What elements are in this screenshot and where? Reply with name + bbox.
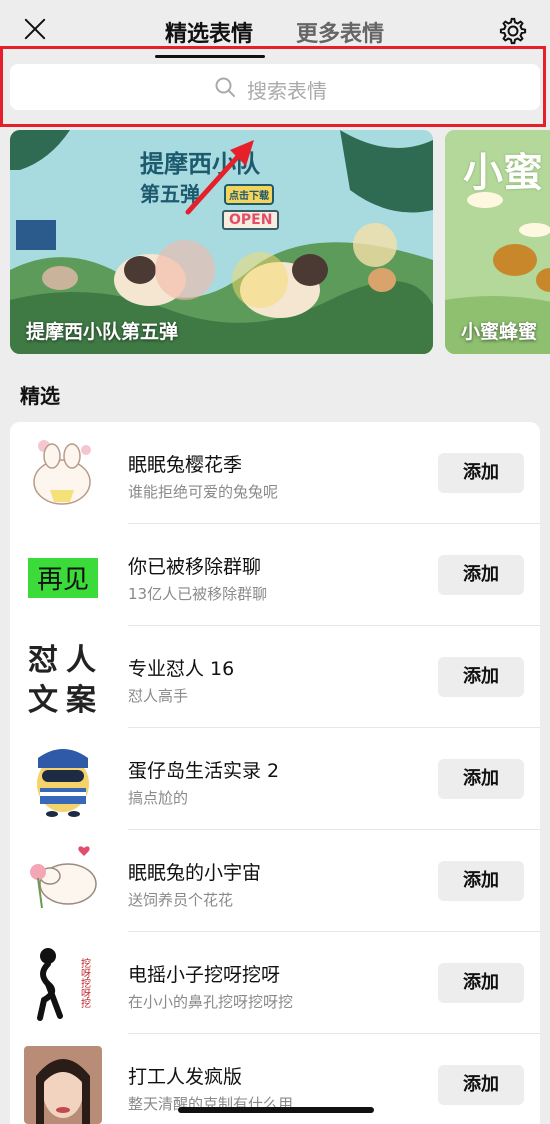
search-highlight-box: [0, 46, 546, 127]
list-item[interactable]: 怼 人 文 案 专业怼人 16 怼人高手 添加: [10, 626, 540, 728]
sticker-thumbnail-sleepy-bunny-sakura: [33, 440, 91, 505]
sticker-name: 专业怼人 16: [128, 658, 235, 680]
add-button[interactable]: 添加: [438, 759, 524, 799]
list-item[interactable]: 挖呀挖呀挖 电摇小子挖呀挖呀 在小小的鼻孔挖呀挖呀挖 添加: [10, 932, 540, 1034]
sticker-thumbnail-dancing-kid: 挖呀挖呀挖: [37, 948, 91, 1021]
close-icon[interactable]: [22, 16, 48, 42]
sticker-thumbnail-pro-roaster: 怼 人 文 案: [28, 643, 97, 716]
top-bar: 精选表情 更多表情: [0, 0, 550, 58]
banner-little-bee[interactable]: 小蜜 小蜜蜂蜜: [445, 130, 550, 354]
add-button[interactable]: 添加: [438, 555, 524, 595]
home-indicator: [178, 1107, 374, 1113]
sticker-thumbnail-eggy-island: [37, 749, 89, 817]
sticker-name: 眠眠兔樱花季: [128, 454, 243, 476]
sticker-description: 送饲养员个花花: [128, 891, 234, 909]
banner-caption: 提摩西小队第五弹: [26, 321, 179, 343]
svg-text:文: 文: [28, 683, 58, 716]
sticker-list: 眠眠兔樱花季 谁能拒绝可爱的兔兔呢 添加 再见 你已被移除群聊 13亿人已被移除…: [10, 422, 540, 1124]
section-title: 精选: [20, 384, 60, 408]
add-button[interactable]: 添加: [438, 453, 524, 493]
red-arrow-annotation: [185, 140, 254, 215]
sticker-thumbnail-worker-crazy: [24, 1046, 102, 1124]
sticker-name: 眠眠兔的小宇宙: [128, 862, 262, 884]
tab-more-stickers[interactable]: 更多表情: [296, 16, 384, 48]
sticker-name: 你已被移除群聊: [128, 556, 262, 578]
banner-caption: 小蜜蜂蜜: [461, 321, 538, 343]
tab-featured-stickers[interactable]: 精选表情: [165, 16, 253, 48]
list-item[interactable]: 蛋仔岛生活实录 2 搞点尬的 添加: [10, 728, 540, 830]
sticker-name: 蛋仔岛生活实录 2: [128, 760, 280, 782]
sticker-description: 在小小的鼻孔挖呀挖呀挖: [128, 993, 294, 1011]
svg-text:人: 人: [66, 643, 96, 678]
svg-text:案: 案: [66, 683, 97, 716]
sticker-description: 谁能拒绝可爱的兔兔呢: [128, 483, 279, 501]
svg-text:挖呀挖呀挖: 挖呀挖呀挖: [79, 957, 91, 1008]
sticker-thumbnail-sleepy-bunny-universe: [30, 846, 97, 909]
add-button[interactable]: 添加: [438, 657, 524, 697]
sticker-name: 电摇小子挖呀挖呀: [128, 964, 281, 986]
gear-icon[interactable]: [498, 16, 528, 46]
sticker-description: 13亿人已被移除群聊: [128, 585, 268, 603]
list-item[interactable]: 眠眠兔樱花季 谁能拒绝可爱的兔兔呢 添加: [10, 422, 540, 524]
add-button[interactable]: 添加: [438, 963, 524, 1003]
list-item[interactable]: 眠眠兔的小宇宙 送饲养员个花花 添加: [10, 830, 540, 932]
sticker-description: 搞点尬的: [128, 789, 189, 807]
add-button[interactable]: 添加: [438, 1065, 524, 1105]
list-item[interactable]: 再见 你已被移除群聊 13亿人已被移除群聊 添加: [10, 524, 540, 626]
svg-text:怼: 怼: [28, 643, 58, 678]
add-button[interactable]: 添加: [438, 861, 524, 901]
banner-art-title: 小蜜: [463, 150, 543, 196]
sticker-name: 打工人发疯版: [128, 1066, 243, 1088]
svg-text:再见: 再见: [37, 565, 89, 595]
sticker-thumbnail-removed-from-group: 再见: [28, 558, 98, 598]
sticker-description: 怼人高手: [128, 687, 189, 705]
